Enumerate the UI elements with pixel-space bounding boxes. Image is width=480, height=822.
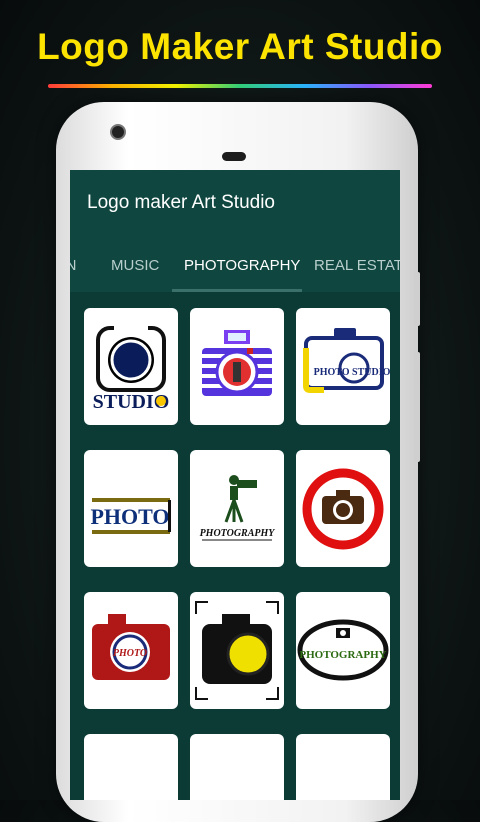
tab-music[interactable]: MUSIC xyxy=(111,257,159,274)
logo-card-yellow-lens-camera[interactable] xyxy=(190,592,284,709)
logo-card-partial-3[interactable] xyxy=(296,734,390,800)
tab-photography[interactable]: PHOTOGRAPHY xyxy=(184,257,300,274)
app-bar: Logo maker Art Studio xyxy=(70,170,400,238)
tab-fashion[interactable]: ON xyxy=(70,257,77,274)
phone-speaker xyxy=(222,152,246,161)
logo-text-photo-studio: PHOTO STUDIO xyxy=(314,367,390,378)
app-screen: Logo maker Art Studio ON MUSIC PHOTOGRAP… xyxy=(70,170,400,800)
logo-text-photo: PHOTO xyxy=(90,504,169,529)
logo-text-photo-small: PHOTO xyxy=(113,648,147,659)
logo-card-photographer[interactable]: PHOTOGRAPHY xyxy=(190,450,284,567)
phone-power-button xyxy=(414,272,420,326)
tab-real-estate[interactable]: REAL ESTATI xyxy=(314,257,400,274)
logo-card-partial-2[interactable] xyxy=(190,734,284,800)
phone-volume-button xyxy=(414,352,420,462)
logo-text-photography-script: PHOTOGRAPHY xyxy=(200,528,276,539)
logo-card-photo-studio[interactable]: PHOTO STUDIO xyxy=(296,308,390,425)
logo-text-photography: PHOTOGRAPHY xyxy=(299,649,386,661)
logo-card-red-ring-camera[interactable] xyxy=(296,450,390,567)
logo-card-oval-photography[interactable]: PHOTOGRAPHY xyxy=(296,592,390,709)
rainbow-divider xyxy=(48,84,432,88)
logo-card-partial-1[interactable] xyxy=(84,734,178,800)
tab-indicator xyxy=(172,289,302,292)
logo-card-studio[interactable]: STUDIO xyxy=(84,308,178,425)
logo-card-camera-stripes[interactable] xyxy=(190,308,284,425)
logo-card-photo[interactable]: PHOTO xyxy=(84,450,178,567)
promo-headline: Logo Maker Art Studio xyxy=(37,26,443,67)
logo-card-red-camera[interactable]: PHOTO xyxy=(84,592,178,709)
category-tabs: ON MUSIC PHOTOGRAPHY REAL ESTATI xyxy=(70,238,400,292)
front-camera-icon xyxy=(110,124,126,140)
app-title: Logo maker Art Studio xyxy=(87,192,275,213)
